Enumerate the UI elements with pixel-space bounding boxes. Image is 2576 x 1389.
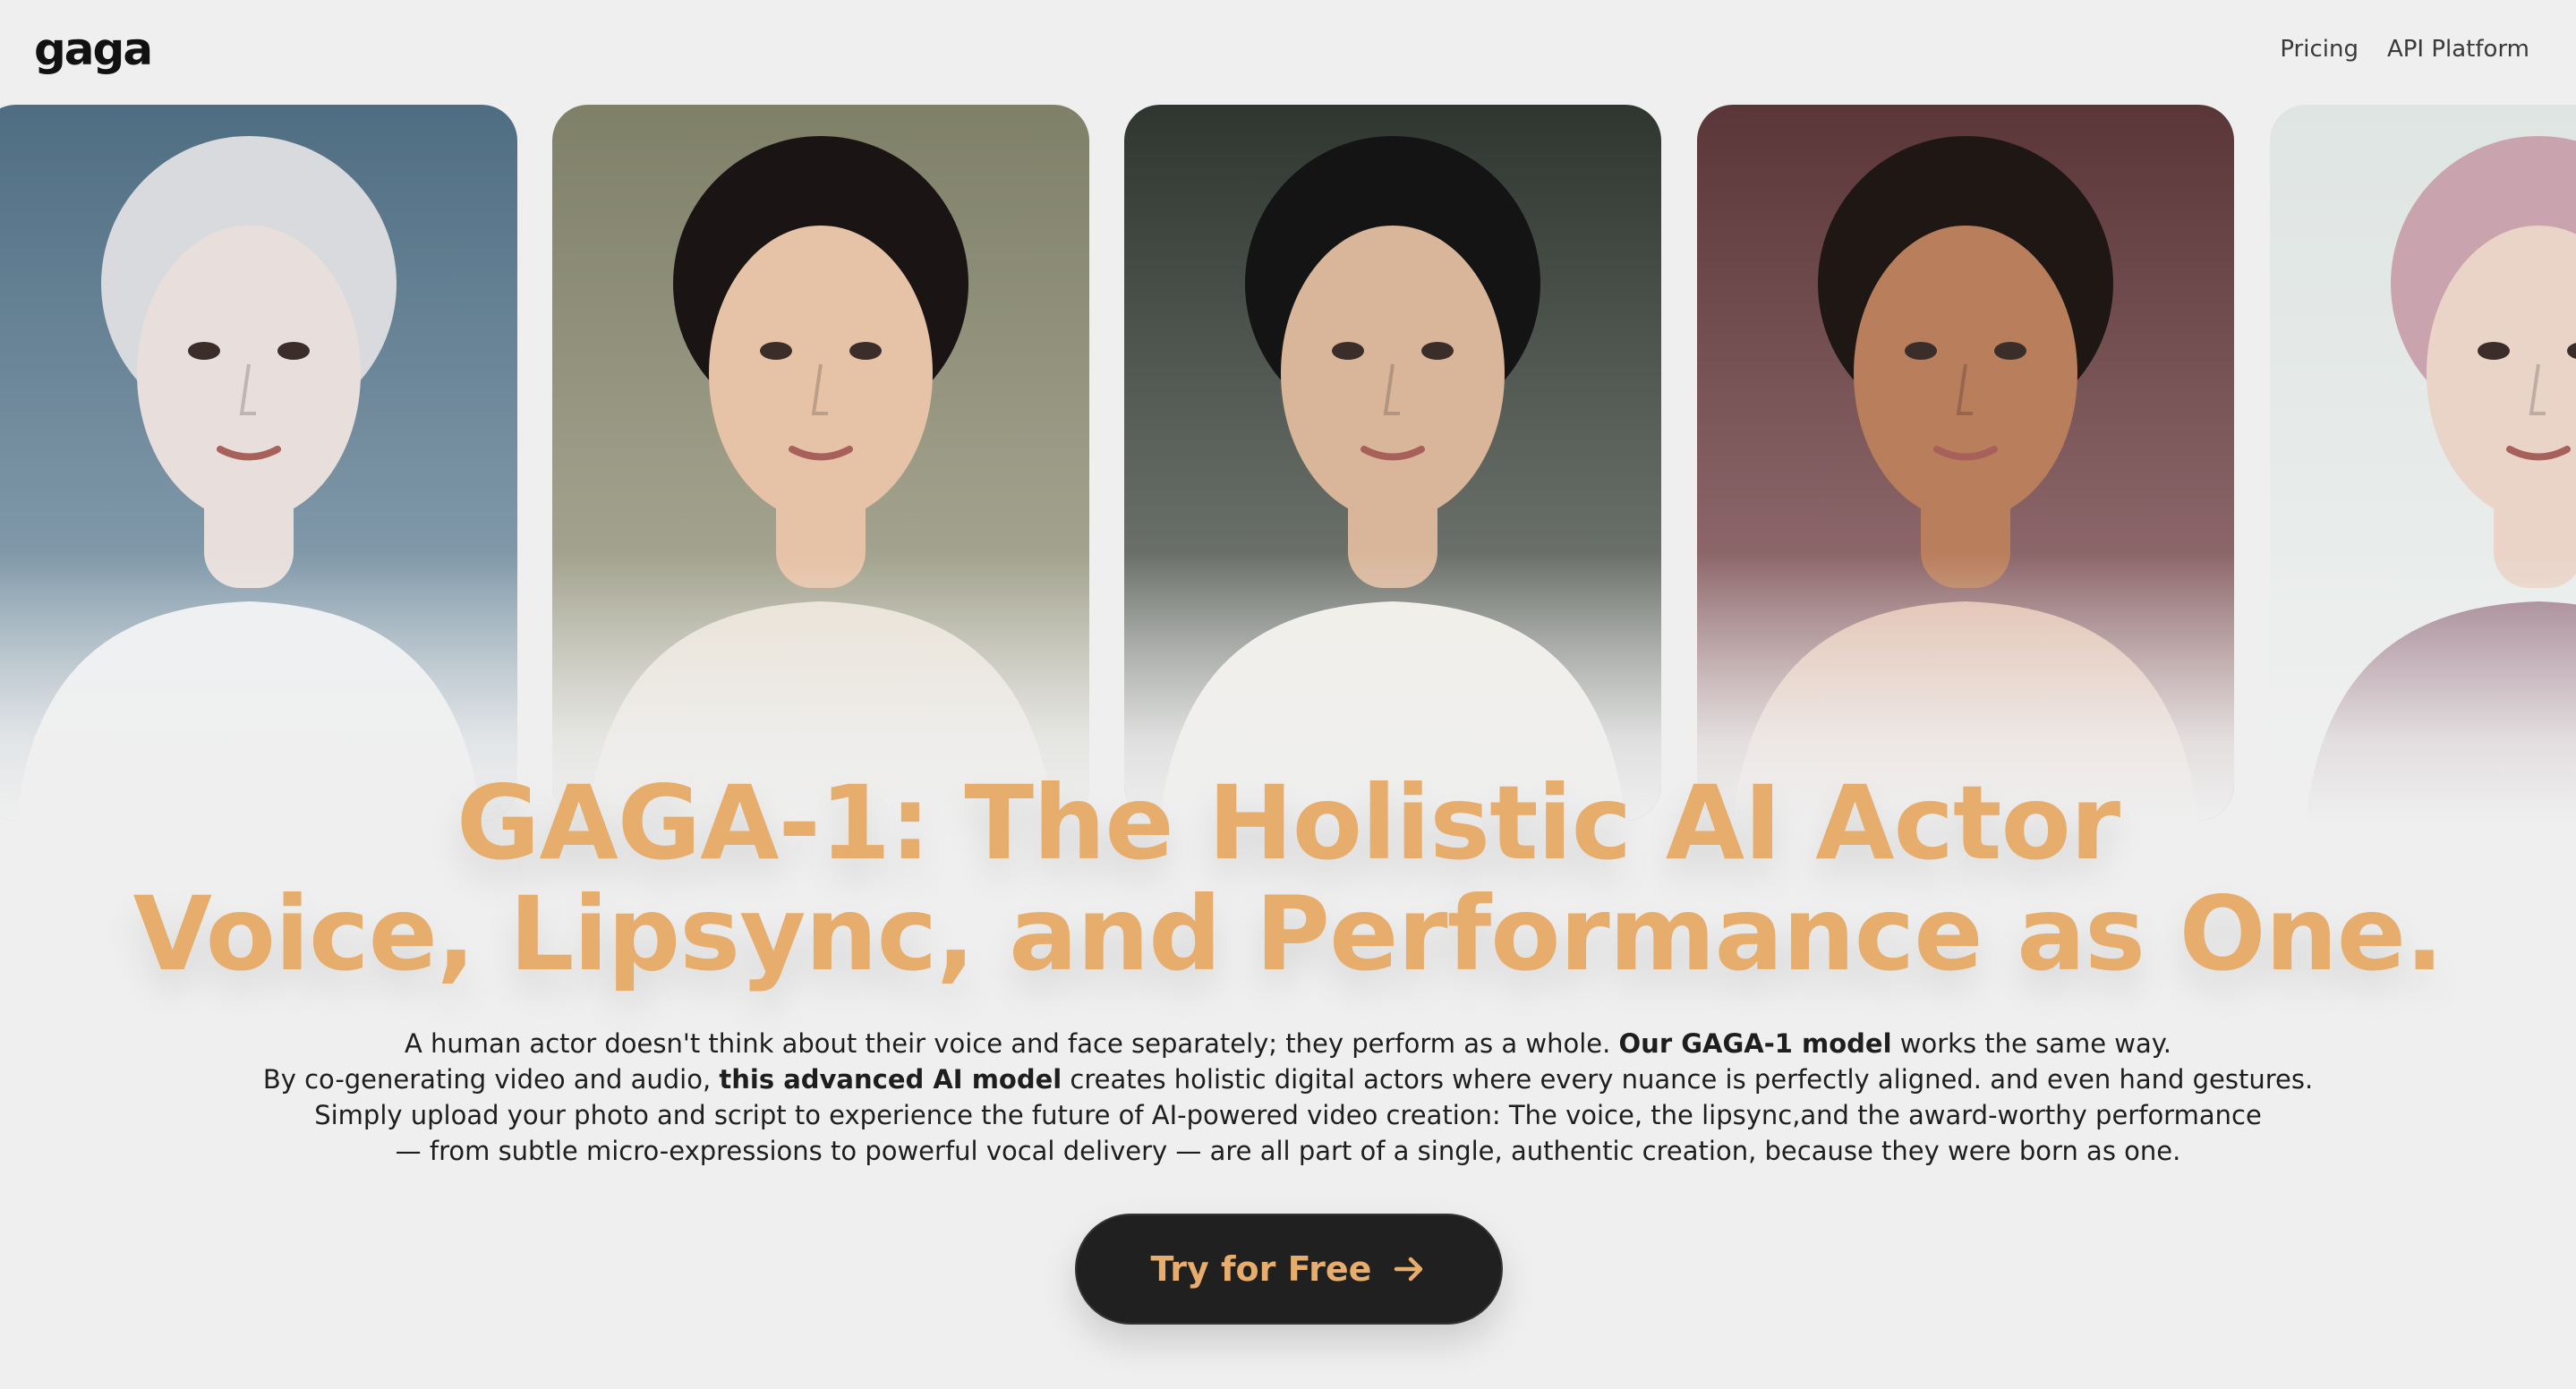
portrait-dark-updo-image <box>552 105 1089 821</box>
portrait-silver-hair-image <box>0 105 517 821</box>
portrait-card-pink-hood[interactable] <box>2270 105 2576 821</box>
nav-api-platform-link[interactable]: API Platform <box>2387 36 2529 63</box>
description-line: By co-generating video and audio, this a… <box>262 1064 2314 1095</box>
portrait-pink-hood-image <box>2270 105 2576 821</box>
try-for-free-button[interactable]: Try for Free <box>1075 1214 1503 1325</box>
brand-logo[interactable]: gaga <box>34 23 153 75</box>
description-line: — from subtle micro-expressions to power… <box>395 1136 2181 1166</box>
portrait-curly-updo-image <box>1697 105 2234 821</box>
hero-headline-line-1: GAGA-1: The Holistic AI Actor <box>456 763 2120 882</box>
bold-model-phrase: this advanced AI model <box>719 1064 1062 1095</box>
portrait-card-silver-hair[interactable] <box>0 105 517 821</box>
portrait-card-curly-updo[interactable] <box>1697 105 2234 821</box>
description-line: Simply upload your photo and script to e… <box>314 1100 2262 1130</box>
portrait-card-wavy-hair[interactable] <box>1124 105 1661 821</box>
cta-label: Try for Free <box>1150 1249 1372 1289</box>
hero-headline-line-2: Voice, Lipsync, and Performance as One. <box>132 874 2444 993</box>
hero-description: A human actor doesn't think about their … <box>0 1026 2576 1169</box>
portrait-wavy-hair-image <box>1124 105 1661 821</box>
description-line: A human actor doesn't think about their … <box>404 1028 2172 1059</box>
portrait-card-dark-updo[interactable] <box>552 105 1089 821</box>
top-nav: Pricing API Platform <box>2280 36 2529 63</box>
arrow-right-icon <box>1395 1257 1423 1282</box>
hero-headline: GAGA-1: The Holistic AI Actor Voice, Lip… <box>0 768 2576 990</box>
nav-pricing-link[interactable]: Pricing <box>2280 36 2358 63</box>
bold-model-name: Our GAGA-1 model <box>1618 1028 1892 1059</box>
portrait-carousel <box>0 105 2576 821</box>
